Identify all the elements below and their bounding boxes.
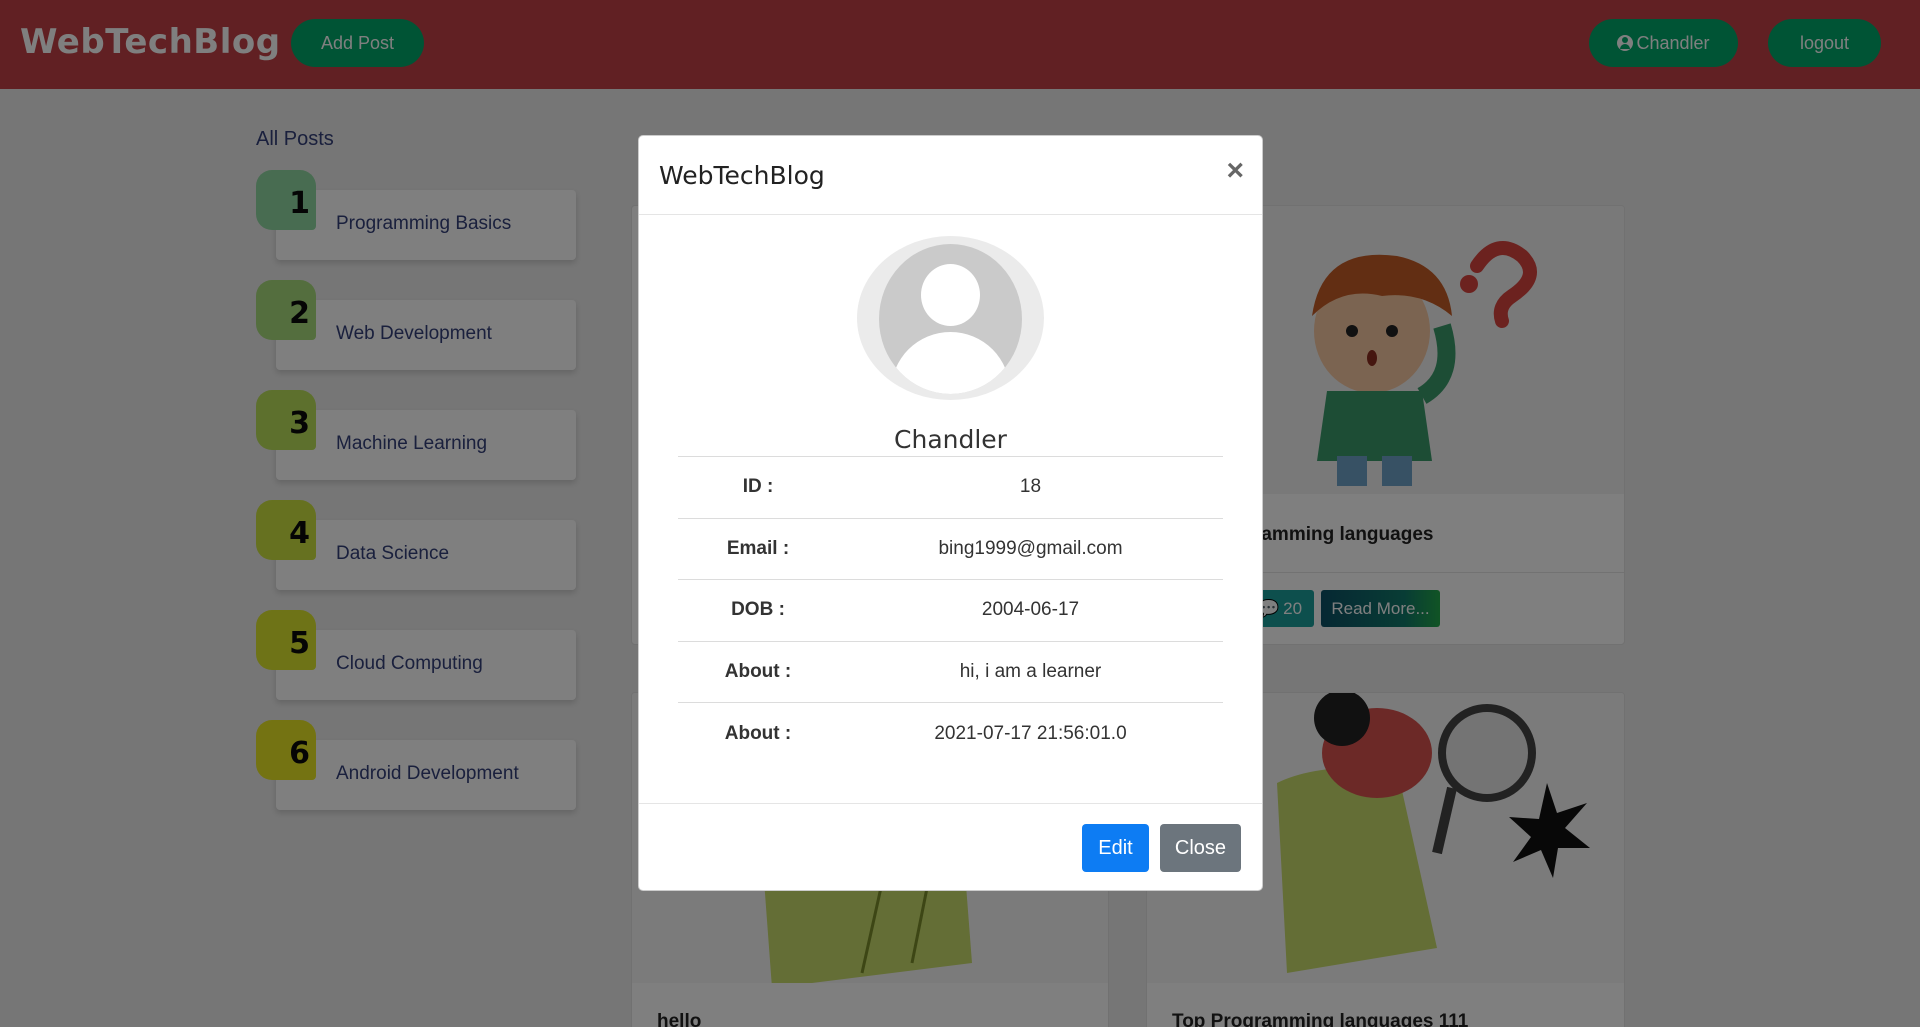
default-user-icon (879, 244, 1022, 394)
detail-key: About : (678, 702, 838, 764)
modal-footer: Edit Close (639, 803, 1262, 892)
detail-value: bing1999@gmail.com (838, 517, 1223, 580)
edit-button[interactable]: Edit (1082, 824, 1149, 872)
table-row: DOB : 2004-06-17 (678, 579, 1223, 641)
close-button[interactable]: Close (1160, 824, 1241, 872)
detail-value: hi, i am a learner (838, 640, 1223, 703)
close-icon[interactable]: × (1226, 156, 1244, 186)
avatar (857, 236, 1044, 400)
detail-value: 2004-06-17 (838, 579, 1223, 641)
profile-modal: WebTechBlog × Chandler ID : 18 Email : b… (638, 135, 1263, 891)
profile-details-table: ID : 18 Email : bing1999@gmail.com DOB :… (678, 456, 1223, 764)
detail-value: 2021-07-17 21:56:01.0 (838, 702, 1223, 764)
modal-title: WebTechBlog (659, 161, 825, 190)
detail-key: DOB : (678, 579, 838, 641)
table-row: ID : 18 (678, 456, 1223, 518)
table-row: About : 2021-07-17 21:56:01.0 (678, 702, 1223, 764)
table-row: Email : bing1999@gmail.com (678, 517, 1223, 580)
detail-key: ID : (678, 456, 838, 518)
modal-header: WebTechBlog × (639, 136, 1262, 215)
detail-key: Email : (678, 517, 838, 580)
profile-username: Chandler (894, 425, 1007, 454)
table-row: About : hi, i am a learner (678, 640, 1223, 703)
detail-value: 18 (838, 456, 1223, 518)
detail-key: About : (678, 640, 838, 703)
